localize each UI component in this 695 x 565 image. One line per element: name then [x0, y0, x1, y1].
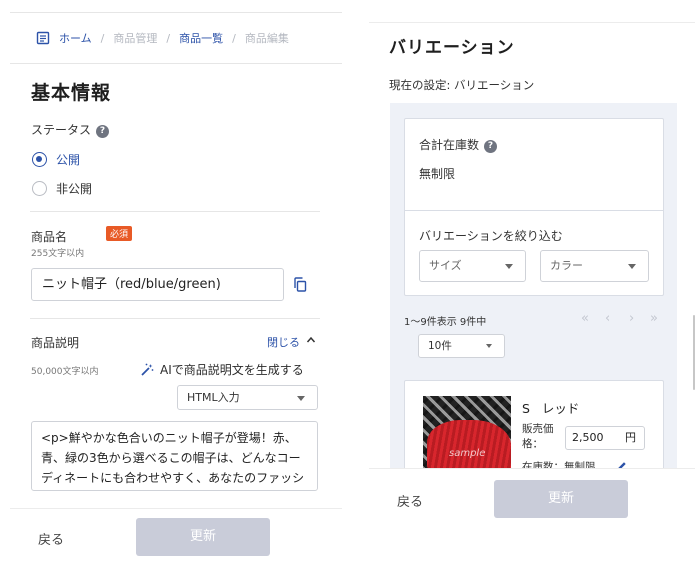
total-stock-label-row: 合計在庫数?: [419, 136, 498, 153]
breadcrumb-product-list-link[interactable]: 商品一覧: [179, 30, 223, 46]
description-collapse-link[interactable]: 閉じる: [267, 334, 300, 350]
product-name-label: 商品名: [31, 230, 68, 244]
breadcrumb-product-management[interactable]: 商品管理: [113, 30, 157, 46]
input-mode-value: HTML入力: [187, 391, 240, 404]
pagination-summary: 1〜9件表示 9件中: [404, 317, 487, 328]
radio-unchecked-icon[interactable]: [32, 181, 47, 196]
variation-title: バリエーション: [389, 38, 515, 58]
description-textarea[interactable]: <p>鮮やかな色合いのニット帽子が登場！赤、青、緑の3色から選べるこの帽子は、ど…: [31, 421, 318, 491]
sample-watermark: sample: [449, 448, 486, 459]
breadcrumb-current-page: 商品編集: [244, 32, 289, 45]
help-icon[interactable]: ?: [96, 125, 110, 138]
variation-size: S: [522, 401, 530, 416]
breadcrumb-separator: /: [232, 31, 236, 45]
breadcrumb-separator: /: [100, 31, 105, 45]
caret-down-icon: [628, 264, 636, 269]
status-option-label: 非公開: [56, 182, 93, 196]
variation-name: S レッド: [522, 398, 579, 417]
help-icon[interactable]: ?: [484, 140, 498, 153]
color-filter-placeholder: カラー: [550, 259, 583, 272]
breadcrumb-divider: [10, 63, 342, 64]
description-label: 商品説明: [31, 336, 80, 350]
variation-color: レッド: [541, 401, 580, 416]
variation-summary-card: 合計在庫数? 無制限 バリエーションを絞り込む サイズ カラー: [404, 118, 664, 296]
product-name-limit: 255文字以内: [31, 249, 85, 259]
variation-item-card: sample S レッド 販売価格： 2,500 円 在庫数：無制限: [404, 380, 664, 470]
product-image: sample: [423, 396, 511, 470]
input-mode-select[interactable]: HTML入力: [177, 385, 318, 410]
variation-panel: バリエーション 現在の設定: バリエーション 合計在庫数? 無制限 バリエーショ…: [369, 0, 695, 565]
section-divider: [30, 318, 320, 319]
update-button[interactable]: 更新: [136, 518, 270, 556]
back-button[interactable]: 戻る: [38, 529, 64, 548]
back-button[interactable]: 戻る: [397, 491, 423, 510]
size-filter-select[interactable]: サイズ: [419, 250, 526, 282]
chevron-up-icon[interactable]: [306, 335, 316, 345]
total-stock-label: 合計在庫数: [419, 138, 480, 152]
update-button[interactable]: 更新: [494, 480, 628, 518]
price-unit: 円: [625, 431, 636, 444]
last-page-icon[interactable]: »: [650, 311, 658, 326]
current-setting-text: 現在の設定: バリエーション: [389, 78, 535, 92]
caret-down-icon: [297, 395, 305, 401]
total-stock-value: 無制限: [419, 167, 456, 181]
radio-checked-icon[interactable]: [32, 152, 47, 167]
next-page-icon[interactable]: ›: [629, 311, 634, 326]
ai-generate-button[interactable]: AIで商品説明文を生成する: [140, 361, 304, 378]
per-page-value: 10件: [428, 340, 452, 352]
basic-info-panel: ホーム / 商品管理 / 商品一覧 / 商品編集 基本情報 ステータス? 公開 …: [10, 0, 342, 565]
document-icon: [36, 31, 50, 45]
caret-down-icon: [505, 264, 513, 269]
price-label: 販売価格：: [522, 423, 554, 450]
prev-page-icon[interactable]: ‹: [605, 311, 610, 326]
knit-hat-image: [427, 420, 511, 470]
breadcrumb-separator: /: [166, 31, 171, 45]
breadcrumb: ホーム / 商品管理 / 商品一覧 / 商品編集: [36, 28, 289, 48]
price-value: 2,500: [572, 431, 604, 444]
right-footer: 戻る 更新: [369, 468, 695, 565]
magic-wand-icon: [141, 363, 154, 376]
color-filter-select[interactable]: カラー: [540, 250, 649, 282]
page-title: 基本情報: [31, 82, 112, 104]
status-label-row: ステータス?: [31, 121, 110, 138]
header-divider: [369, 22, 695, 23]
card-divider: [405, 210, 663, 211]
filter-label: バリエーションを絞り込む: [419, 229, 563, 243]
first-page-icon[interactable]: «: [581, 311, 589, 326]
description-limit: 50,000文字以内: [31, 367, 99, 377]
per-page-select[interactable]: 10件: [418, 334, 505, 358]
ai-generate-label: AIで商品説明文を生成する: [160, 363, 304, 377]
caret-down-icon: [486, 344, 492, 348]
required-badge: 必須: [106, 226, 133, 241]
price-input[interactable]: 2,500 円: [565, 426, 645, 450]
status-option-private[interactable]: 非公開: [32, 180, 92, 197]
section-divider: [30, 211, 320, 212]
product-name-input[interactable]: ニット帽子（red/blue/green): [31, 268, 284, 301]
breadcrumb-home-link[interactable]: ホーム: [59, 30, 92, 46]
status-option-public[interactable]: 公開: [32, 151, 80, 168]
status-label: ステータス: [31, 123, 92, 137]
size-filter-placeholder: サイズ: [429, 259, 462, 272]
left-footer: 戻る 更新: [10, 508, 342, 565]
header-divider: [10, 12, 342, 13]
copy-icon[interactable]: [293, 277, 307, 292]
status-option-label: 公開: [56, 153, 81, 167]
